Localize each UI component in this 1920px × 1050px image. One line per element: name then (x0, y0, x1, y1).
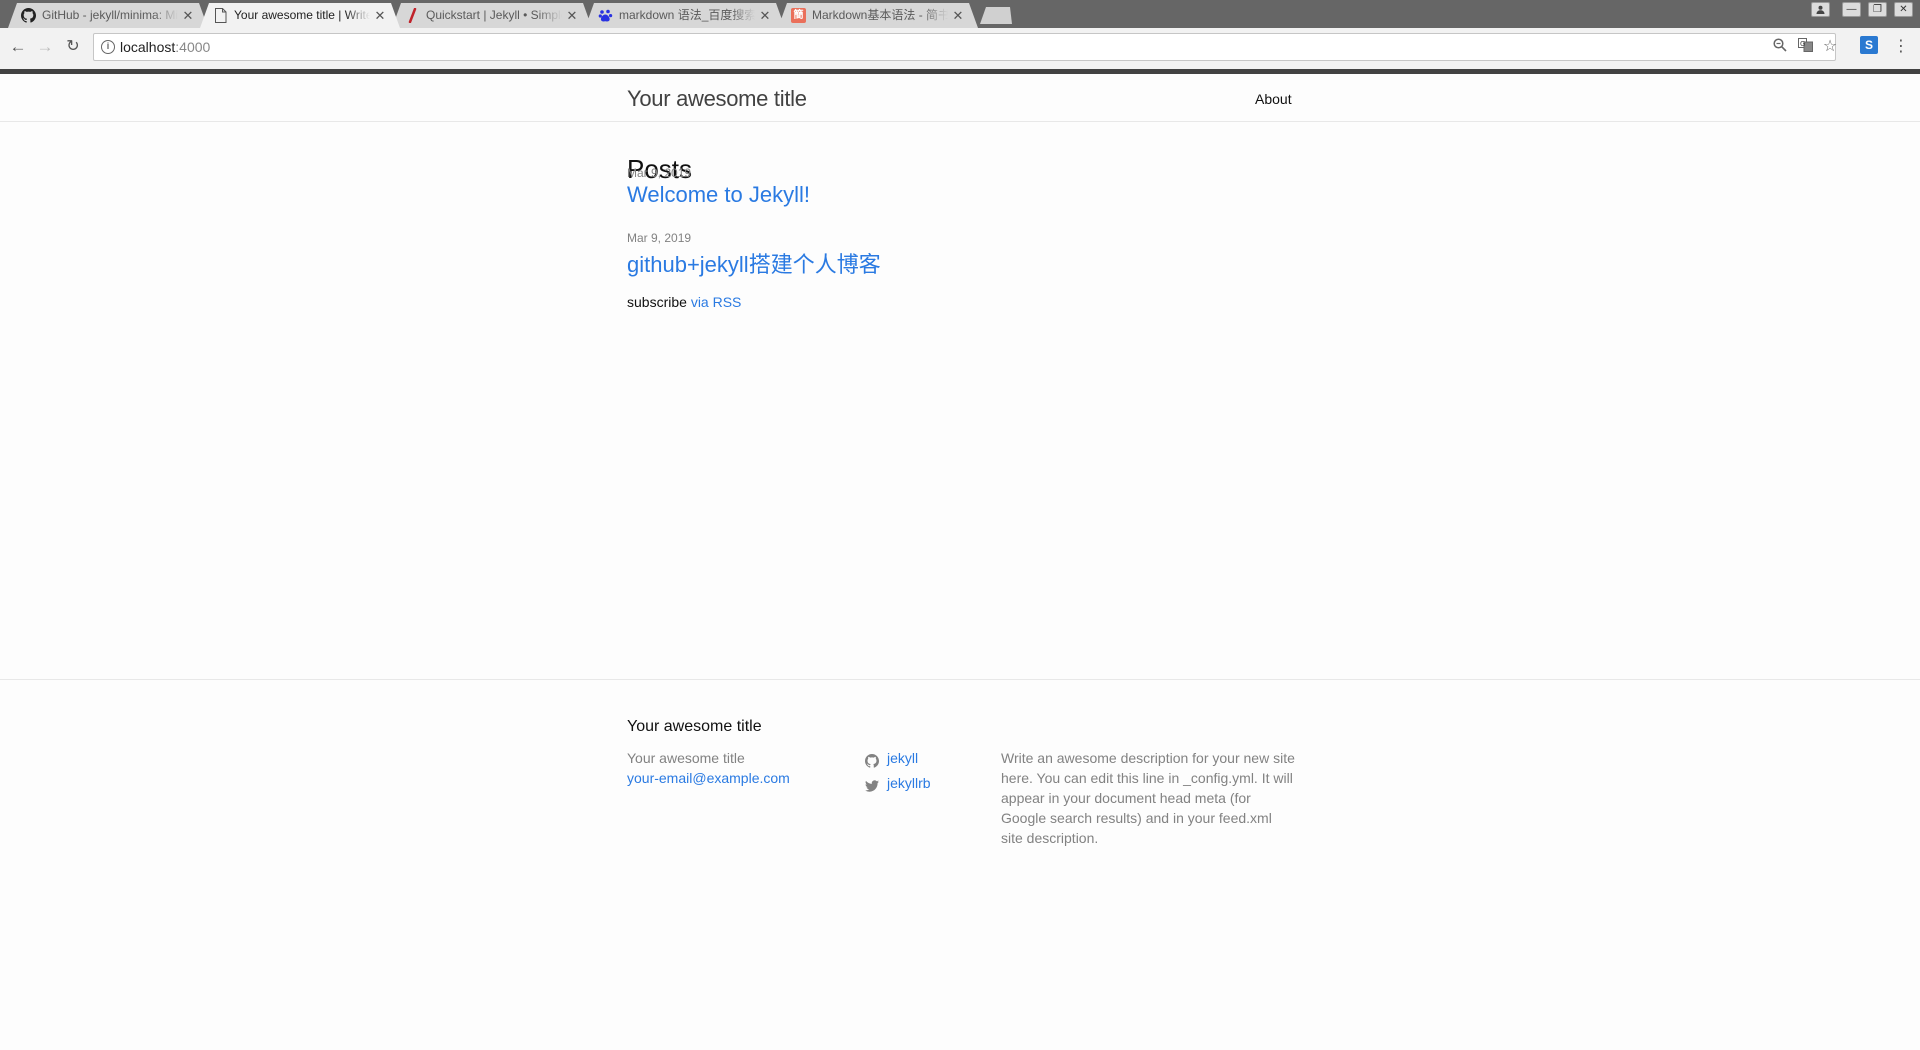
tab-title: Your awesome title | Write an awesome de… (234, 8, 370, 22)
back-arrow-icon[interactable]: ← (7, 36, 29, 58)
post-date: Mar 9, 2019 (627, 166, 692, 180)
close-icon[interactable]: ✕ (566, 3, 578, 28)
close-icon[interactable]: ✕ (374, 3, 386, 28)
translate-icon[interactable]: G (1796, 38, 1814, 56)
restore-icon[interactable]: ❐ (1868, 2, 1887, 17)
tab-jekyll-quickstart[interactable]: Quickstart | Jekyll • Simple, blog-aware… (392, 3, 592, 28)
post-link[interactable]: Welcome to Jekyll! (627, 182, 810, 208)
tab-title: GitHub - jekyll/minima: Minima is a one-… (42, 8, 178, 22)
nav-link-about[interactable]: About (1255, 91, 1292, 107)
zoom-icon[interactable] (1771, 38, 1789, 56)
tab-title: Markdown基本语法 - 简书 (812, 8, 948, 22)
new-tab-button[interactable] (980, 7, 1012, 24)
github-icon (865, 751, 879, 768)
reload-icon[interactable]: ↻ (62, 36, 84, 58)
address-bar[interactable]: i localhost:4000 G ☆ (93, 33, 1839, 61)
tab-title: markdown 语法_百度搜索 (619, 8, 755, 22)
footer-contact: Your awesome title your-email@example.co… (627, 748, 790, 788)
github-icon (21, 8, 36, 23)
menu-icon[interactable]: ⋮ (1893, 36, 1909, 58)
twitter-username-link[interactable]: jekyllrb (887, 771, 931, 796)
site-description: Write an awesome description for your ne… (1001, 750, 1295, 846)
rss-subscribe: subscribe via RSS (627, 294, 741, 310)
info-icon[interactable]: i (101, 40, 115, 54)
close-icon[interactable]: ✕ (182, 3, 194, 28)
page-icon (213, 8, 228, 23)
baidu-icon (598, 8, 613, 23)
minimize-icon[interactable]: — (1842, 2, 1861, 17)
profile-icon[interactable] (1811, 2, 1830, 17)
tab-baidu-markdown[interactable]: markdown 语法_百度搜索 ✕ (585, 3, 785, 28)
page: Your awesome title About Posts Mar 9, 20… (0, 69, 1920, 1050)
tab-jianshu-markdown[interactable]: 簡 Markdown基本语法 - 简书 ✕ (778, 3, 978, 28)
jianshu-icon: 簡 (791, 8, 806, 23)
post-link[interactable]: github+jekyll搭建个人博客 (627, 247, 881, 279)
site-footer: Your awesome title Your awesome title yo… (0, 679, 1920, 897)
close-window-icon[interactable]: ✕ (1894, 2, 1913, 17)
tab-title: Quickstart | Jekyll • Simple, blog-aware… (426, 8, 561, 22)
post-date: Mar 9, 2019 (627, 231, 692, 245)
forward-arrow-icon[interactable]: → (34, 36, 56, 58)
site-header: Your awesome title About (0, 69, 1920, 122)
footer-name: Your awesome title (627, 750, 745, 766)
browser-tabstrip: GitHub - jekyll/minima: Minima is a one-… (0, 0, 1920, 28)
tab-your-awesome-title[interactable]: Your awesome title | Write an awesome de… (200, 3, 400, 28)
jekyll-icon (405, 8, 420, 23)
close-icon[interactable]: ✕ (759, 3, 771, 28)
footer-heading: Your awesome title (627, 718, 762, 735)
url-text[interactable]: localhost:4000 (120, 34, 210, 60)
github-username-link[interactable]: jekyll (887, 746, 918, 771)
close-icon[interactable]: ✕ (952, 3, 964, 28)
extension-icon[interactable]: S (1860, 36, 1878, 54)
site-title[interactable]: Your awesome title (627, 86, 807, 112)
tab-github-minima[interactable]: GitHub - jekyll/minima: Minima is a one-… (8, 3, 208, 28)
footer-email-link[interactable]: your-email@example.com (627, 768, 790, 788)
bookmark-star-icon[interactable]: ☆ (1821, 38, 1839, 56)
twitter-icon (865, 776, 879, 792)
rss-prefix: subscribe (627, 294, 687, 310)
svg-text:G: G (1800, 40, 1805, 48)
browser-toolbar: ← → ↻ i localhost:4000 G ☆ S ⋮ (0, 28, 1920, 69)
rss-link[interactable]: via RSS (691, 294, 742, 310)
